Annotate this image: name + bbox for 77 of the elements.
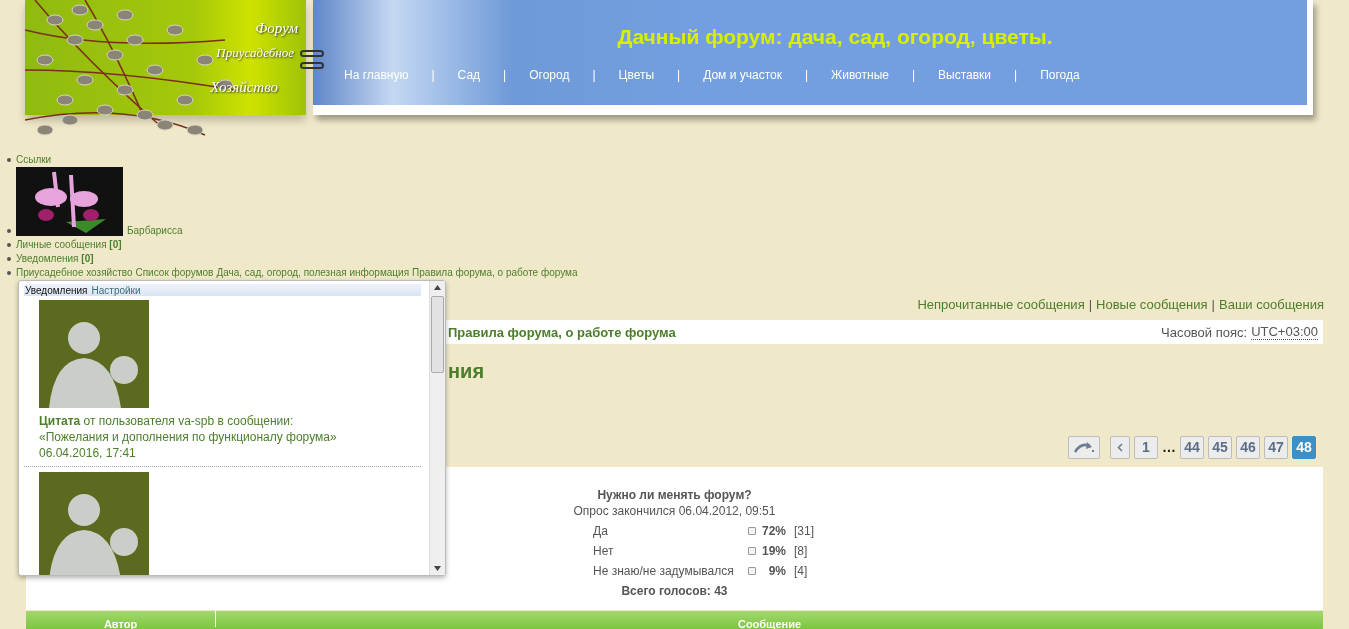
poll-option-percent: 9% xyxy=(767,564,787,578)
bullet-icon xyxy=(7,158,11,162)
page-button[interactable]: 46 xyxy=(1236,435,1260,459)
bullet-icon xyxy=(7,229,11,233)
quick-link[interactable]: Новые сообщения xyxy=(1096,296,1208,314)
curved-arrow-icon xyxy=(1073,441,1095,453)
notification-time: 06.04.2016, 17:41 xyxy=(39,445,137,461)
bullet-icon xyxy=(7,243,11,247)
page-button[interactable]: 44 xyxy=(1180,435,1204,459)
popup-title: Уведомления xyxy=(25,284,88,296)
timezone-value[interactable]: UTC+03:00 xyxy=(1251,324,1318,340)
logo-text: Приусадебное xyxy=(216,45,294,61)
poll-question: Нужно ли менять форум? xyxy=(597,487,752,503)
checkbox-icon xyxy=(748,547,756,555)
poll-option-percent: 72% xyxy=(760,524,787,538)
nav-separator: | xyxy=(804,68,809,82)
jump-to-page-button[interactable] xyxy=(1068,435,1100,459)
bullet-icon xyxy=(7,257,11,261)
chevron-left-icon xyxy=(1117,442,1123,452)
poll-option-votes: [4] xyxy=(794,564,809,578)
poll-option-label: Не знаю/не задумывался xyxy=(593,564,735,578)
scrollbar-thumb[interactable] xyxy=(431,296,444,373)
nav-link[interactable]: Огород xyxy=(529,68,570,82)
breadcrumb-link[interactable]: Правила форума, о работе форума xyxy=(412,266,578,280)
nav-link[interactable]: Выставки xyxy=(938,68,992,82)
checkbox-icon xyxy=(748,527,756,535)
scroll-up-icon[interactable] xyxy=(434,285,441,290)
links-link[interactable]: Ссылки xyxy=(16,153,52,167)
page-button[interactable]: 47 xyxy=(1264,435,1288,459)
forum-link[interactable]: Правила форума, о работе форума xyxy=(448,324,676,340)
nav-link[interactable]: На главную xyxy=(344,68,409,82)
logo-text: Форум xyxy=(255,20,298,37)
breadcrumb-link[interactable]: Приусадебное хозяйство xyxy=(16,266,133,280)
checkbox-icon xyxy=(748,567,756,575)
notification-topic[interactable]: «Пожелания и дополнения по функционалу форума» xyxy=(39,429,421,445)
poll-status: Опрос закончился 06.04.2012, 09:51 xyxy=(573,503,776,519)
nav-link[interactable]: Дом и участок xyxy=(703,68,782,82)
poll-option-label: Нет xyxy=(593,544,615,558)
page-button[interactable]: 48 xyxy=(1292,435,1316,459)
logo-text: Хозяйство xyxy=(210,79,278,96)
nav-separator: | xyxy=(1014,68,1018,82)
poll-option-label: Да xyxy=(593,524,609,538)
previous-page-button[interactable] xyxy=(1110,435,1130,459)
site-title: Дачный форум: дача, сад, огород, цветы. xyxy=(616,25,1053,49)
nav-link[interactable]: Цветы xyxy=(618,68,655,82)
settings-link[interactable]: Настройки xyxy=(91,284,141,296)
nav-link[interactable]: Сад xyxy=(457,68,481,82)
page-button[interactable]: 1 xyxy=(1134,435,1158,459)
nav-link[interactable]: Погода xyxy=(1040,68,1080,82)
link-separator: | xyxy=(1211,296,1215,314)
poll-option-votes: [8] xyxy=(794,544,809,558)
nav-separator: | xyxy=(431,68,435,82)
nav-separator: | xyxy=(677,68,681,82)
quick-link[interactable]: Ваши сообщения xyxy=(1219,296,1324,314)
username-link[interactable]: Барбарисса xyxy=(127,224,183,238)
scrollbar[interactable] xyxy=(429,281,445,575)
poll-total: Всего голосов: 43 xyxy=(621,584,728,598)
topic-title: ния xyxy=(448,359,486,384)
poll-option-votes: [31] xyxy=(794,524,815,538)
notification-text[interactable]: Цитата от пользователя va-spb в сообщении: xyxy=(39,413,421,429)
bullet-icon xyxy=(7,271,11,275)
quick-link[interactable]: Непрочитанные сообщения xyxy=(917,296,1085,314)
binder-rings-icon xyxy=(300,48,324,72)
poll-option-percent: 19% xyxy=(760,544,787,558)
breadcrumb-link[interactable]: Дача, сад, огород, полезная информация xyxy=(216,266,410,280)
nav-separator: | xyxy=(592,68,596,82)
pagination-ellipsis: … xyxy=(1162,439,1176,455)
notifications-link[interactable]: Уведомления [0] xyxy=(16,252,94,266)
nav-separator: | xyxy=(503,68,507,82)
link-separator: | xyxy=(1088,296,1093,314)
private-messages-link[interactable]: Личные сообщения [0] xyxy=(16,238,122,252)
page-button[interactable]: 45 xyxy=(1208,435,1232,459)
scroll-down-icon[interactable] xyxy=(434,566,441,571)
timezone-label: Часовой пояс: xyxy=(1161,324,1248,340)
nav-separator: | xyxy=(911,68,916,82)
breadcrumb-link[interactable]: Список форумов xyxy=(135,266,214,280)
nav-link[interactable]: Животные xyxy=(831,68,889,82)
